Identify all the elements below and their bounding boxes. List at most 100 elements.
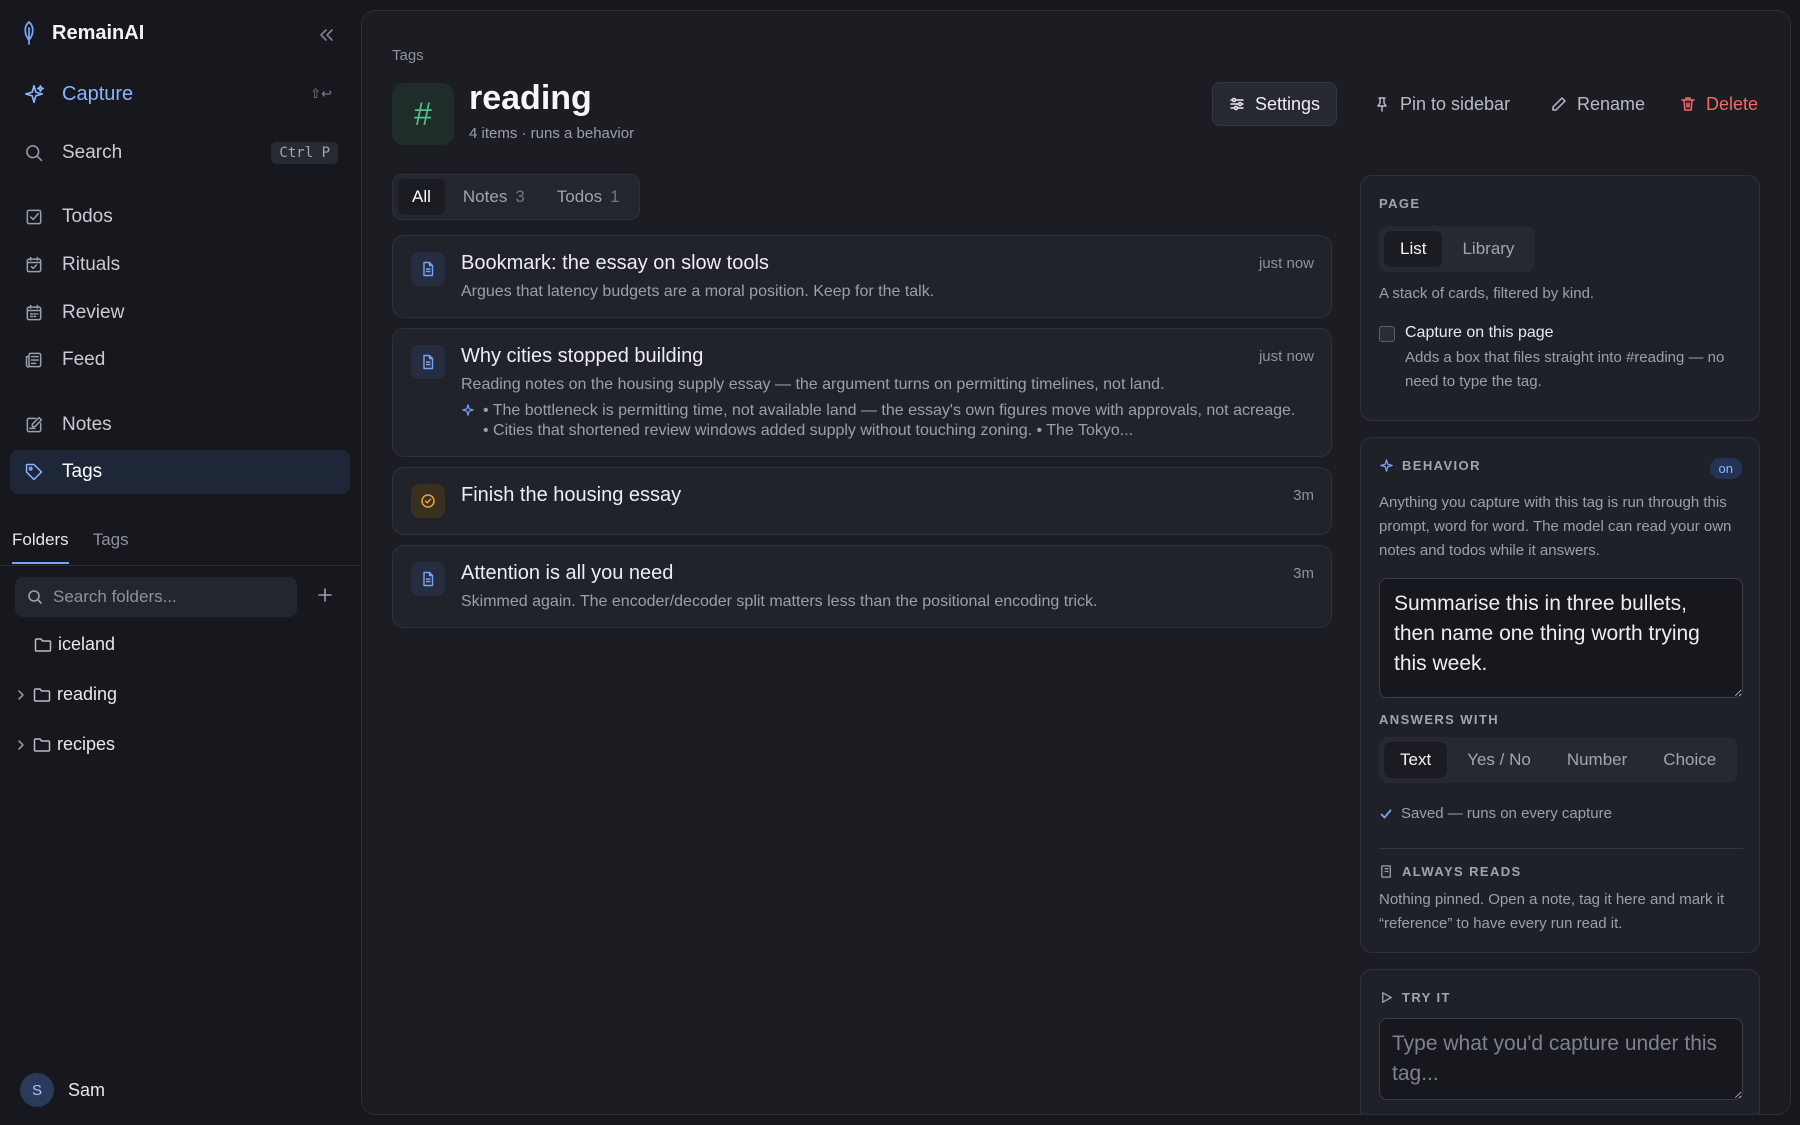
tab-notes[interactable]: Notes 3: [449, 179, 539, 215]
page-title: reading: [469, 79, 592, 117]
newspaper-icon: [22, 348, 46, 372]
always-reads-text: ALWAYS READS: [1402, 864, 1522, 879]
answer-option-choice[interactable]: Choice: [1647, 742, 1732, 778]
capture-button[interactable]: Capture ⇧↩: [10, 72, 350, 116]
tab-folders[interactable]: Folders: [12, 530, 69, 564]
capture-on-page-label: Capture on this page: [1405, 324, 1554, 341]
folder-item-recipes[interactable]: recipes: [15, 734, 115, 755]
avatar: S: [20, 1073, 54, 1107]
collapse-sidebar-icon[interactable]: [316, 26, 336, 44]
sidebar-item-rituals[interactable]: Rituals: [10, 243, 350, 287]
note-edit-icon: [22, 413, 46, 437]
folder-item-iceland[interactable]: iceland: [34, 634, 115, 655]
app-name: RemainAI: [52, 21, 145, 44]
play-icon: [1382, 992, 1392, 1003]
always-reads-heading: ALWAYS READS: [1379, 864, 1522, 879]
item-time: 3m: [1293, 565, 1314, 582]
sparkle-icon: [462, 404, 474, 416]
tab-todos[interactable]: Todos 1: [543, 179, 634, 215]
settings-button[interactable]: Settings: [1212, 82, 1338, 126]
sidebar-item-tags[interactable]: Tags: [10, 450, 350, 494]
feather-logo-icon: [24, 20, 34, 45]
answer-option-yes-no[interactable]: Yes / No: [1451, 742, 1547, 778]
note-icon: [411, 562, 445, 596]
calendar-icon: [22, 301, 46, 325]
tab-all[interactable]: All: [398, 179, 445, 215]
user-menu[interactable]: S Sam: [20, 1073, 105, 1107]
delete-button[interactable]: Delete: [1664, 82, 1774, 126]
capture-on-page-desc: Adds a box that files straight into #rea…: [1405, 349, 1725, 390]
try-it-input[interactable]: [1379, 1018, 1743, 1100]
item-body: Argues that latency budgets are a moral …: [461, 283, 935, 300]
search-icon: [22, 141, 46, 165]
item-time: just now: [1258, 255, 1314, 272]
capture-label: Capture: [62, 82, 134, 105]
search-button[interactable]: Search Ctrl P: [10, 131, 350, 175]
capture-shortcut: ⇧↩: [310, 86, 332, 101]
capture-on-page-checkbox[interactable]: [1379, 326, 1395, 342]
page-description: A stack of cards, filtered by kind.: [1379, 285, 1595, 302]
check-icon: [1380, 809, 1392, 818]
try-it-panel: TRY IT: [1360, 969, 1760, 1114]
behavior-heading-text: BEHAVIOR: [1402, 458, 1481, 473]
divider: [1379, 848, 1743, 849]
pin-label: Pin to sidebar: [1400, 93, 1511, 114]
folder-item-reading[interactable]: reading: [15, 684, 117, 705]
try-it-heading: TRY IT: [1379, 990, 1451, 1005]
sidebar-item-review[interactable]: Review: [10, 291, 350, 335]
item-title: Attention is all you need: [461, 562, 674, 584]
note-icon: [411, 252, 445, 286]
tab-label: All: [412, 187, 431, 206]
saved-text: Saved — runs on every capture: [1401, 805, 1612, 822]
folder-search: [15, 577, 297, 617]
pin-to-sidebar-button[interactable]: Pin to sidebar: [1358, 82, 1526, 126]
note-icon: [411, 345, 445, 379]
view-option-library[interactable]: Library: [1446, 231, 1530, 267]
status-badge[interactable]: on: [1709, 458, 1742, 479]
item-title: Bookmark: the essay on slow tools: [461, 252, 769, 274]
sidebar-item-label: Todos: [62, 206, 113, 227]
rename-label: Rename: [1577, 93, 1646, 114]
chevron-right-icon[interactable]: [15, 739, 27, 751]
answer-option-number[interactable]: Number: [1551, 742, 1643, 778]
sidebar-item-label: Rituals: [62, 254, 121, 275]
chevron-right-icon[interactable]: [15, 689, 27, 701]
breadcrumb[interactable]: Tags: [392, 47, 424, 64]
sidebar-item-notes[interactable]: Notes: [10, 403, 350, 447]
brand[interactable]: RemainAI: [20, 20, 144, 46]
rename-button[interactable]: Rename: [1535, 82, 1661, 126]
list-item[interactable]: Finish the housing essay 3m: [392, 467, 1332, 535]
view-switcher: List Library: [1379, 226, 1536, 272]
search-shortcut: Ctrl P: [271, 142, 338, 164]
sidebar-item-label: Feed: [62, 349, 106, 370]
tab-count: 3: [515, 187, 525, 206]
sliders-icon: [1230, 97, 1244, 111]
folder-search-input[interactable]: [53, 587, 293, 607]
sidebar-item-feed[interactable]: Feed: [10, 338, 350, 382]
list-item[interactable]: Why cities stopped building just now Rea…: [392, 328, 1332, 457]
filter-tabs: All Notes 3 Todos 1: [392, 174, 640, 220]
list-item[interactable]: Attention is all you need 3m Skimmed aga…: [392, 545, 1332, 628]
book-icon: [1381, 865, 1391, 878]
answers-heading: ANSWERS WITH: [1379, 712, 1500, 727]
tab-tags[interactable]: Tags: [93, 530, 129, 564]
calendar-check-icon: [22, 253, 46, 277]
behavior-prompt-input[interactable]: Summarise this in three bullets, then na…: [1379, 578, 1743, 698]
todo-circle-check-icon[interactable]: [411, 484, 445, 518]
settings-label: Settings: [1255, 93, 1321, 114]
try-it-text: TRY IT: [1402, 990, 1451, 1005]
sidebar-item-todos[interactable]: Todos: [10, 195, 350, 239]
answer-type-switcher: Text Yes / No Number Choice: [1379, 737, 1738, 783]
add-folder-icon[interactable]: [314, 584, 336, 606]
capture-on-page-row[interactable]: Capture on this page: [1379, 324, 1554, 342]
tab-count: 1: [610, 187, 620, 206]
tab-label: Notes: [462, 187, 508, 206]
view-option-list[interactable]: List: [1384, 231, 1443, 267]
page-heading: PAGE: [1379, 196, 1421, 211]
behavior-panel: BEHAVIOR on Anything you capture with th…: [1360, 437, 1760, 953]
list-item[interactable]: Bookmark: the essay on slow tools just n…: [392, 235, 1332, 318]
user-name: Sam: [68, 1079, 106, 1100]
answer-option-text[interactable]: Text: [1384, 742, 1448, 778]
always-reads-description: Nothing pinned. Open a note, tag it here…: [1379, 891, 1725, 932]
item-title: Finish the housing essay: [461, 484, 682, 506]
